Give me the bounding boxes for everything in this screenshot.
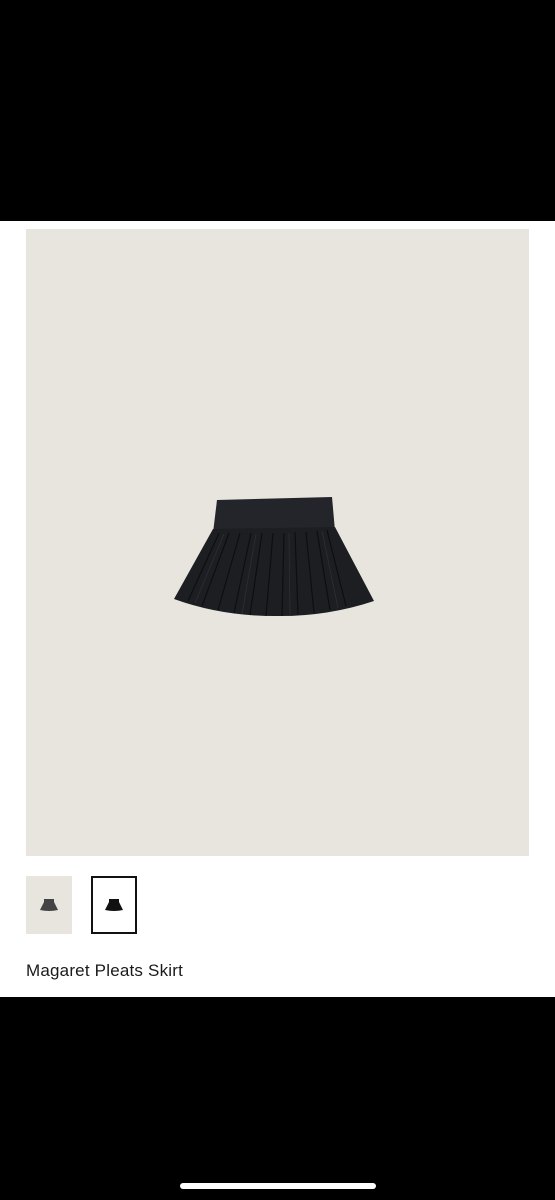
pleated-skirt-icon (174, 497, 374, 617)
home-indicator[interactable] (180, 1183, 376, 1189)
product-title: Magaret Pleats Skirt (26, 961, 184, 980)
skirt-black-icon (105, 899, 123, 911)
main-product-image[interactable] (26, 229, 529, 856)
thumbnail-2-selected[interactable] (91, 876, 137, 934)
product-page: Magaret Pleats Skirt (0, 221, 555, 997)
bottom-black-bar (0, 997, 555, 1200)
thumbnail-1[interactable] (26, 876, 72, 934)
top-black-bar (0, 0, 555, 221)
skirt-gray-icon (40, 899, 58, 911)
thumbnail-list (26, 876, 137, 934)
